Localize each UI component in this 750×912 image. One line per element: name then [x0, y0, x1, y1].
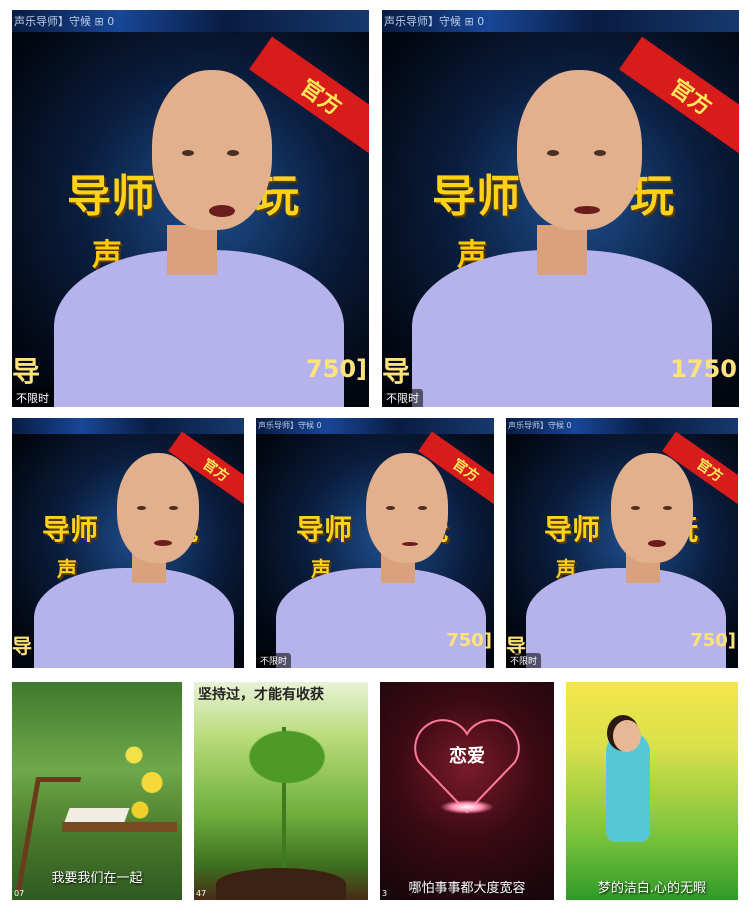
- top-caption: 声乐导师】守候: [258, 421, 314, 430]
- top-banner: 坚持过，才能有收获: [198, 687, 324, 703]
- viewer-icon: ⊞: [464, 15, 474, 28]
- unlimited-badge: 不限时: [506, 653, 542, 668]
- video-topbar: [12, 418, 244, 434]
- video-topbar: 声乐导师】守候 0: [506, 418, 738, 434]
- corner-number: 07: [14, 889, 25, 898]
- edge-text-left: 导: [12, 355, 41, 388]
- video-tile-2[interactable]: 声乐导师】守候 ⊞ 0 导师玩 声 官方 导 1750 不限时: [382, 10, 739, 407]
- video-topbar: 声乐导师】守候 0: [256, 418, 494, 434]
- video-topbar: 声乐导师】守候 ⊞ 0: [382, 10, 739, 32]
- viewer-count: 0: [566, 421, 572, 430]
- sapling-leaves: [222, 712, 352, 802]
- person-shirt: [276, 568, 486, 668]
- woman-head: [613, 720, 641, 752]
- image-tile-heart[interactable]: 恋爱 3 哪怕事事都大度宽容: [380, 682, 554, 900]
- edge-text-left: 导: [382, 355, 411, 388]
- glow-decor: [440, 800, 494, 814]
- viewer-icon: ⊞: [94, 15, 104, 28]
- person-shirt: [526, 568, 726, 668]
- soil: [216, 868, 346, 900]
- heart-title: 恋爱: [449, 746, 485, 767]
- viewer-count: 0: [316, 421, 322, 430]
- viewer-count: 0: [477, 15, 485, 28]
- unlimited-badge: 不限时: [256, 653, 292, 668]
- person-shirt: [34, 568, 234, 668]
- top-caption: 声乐导师】守候: [14, 15, 91, 28]
- video-tile-3[interactable]: 导师玩 声 官方 导: [12, 418, 244, 668]
- book-decor: [64, 808, 130, 822]
- table-decor: [62, 822, 177, 832]
- edge-text-right: 750]: [305, 355, 367, 383]
- person-head: [366, 453, 448, 563]
- top-caption: 声乐导师】守候: [508, 421, 564, 430]
- image-tile-sapling[interactable]: 坚持过，才能有收获 47: [194, 682, 368, 900]
- viewer-count: 0: [107, 15, 115, 28]
- edge-text-right: 750]: [446, 630, 492, 651]
- unlimited-badge: 不限时: [12, 389, 53, 407]
- image-caption: 梦的洁白.心的无暇: [597, 881, 707, 896]
- video-tile-5[interactable]: 声乐导师】守候 0 导师玩 声 官方 导 750] 不限时: [506, 418, 738, 668]
- edge-text-right: 1750: [670, 355, 737, 383]
- image-tile-woman[interactable]: 梦的洁白.心的无暇: [566, 682, 738, 900]
- unlimited-badge: 不限时: [382, 389, 423, 407]
- corner-number: 47: [196, 889, 207, 898]
- top-caption: 声乐导师】守候: [384, 15, 461, 28]
- image-caption: 我要我们在一起: [51, 871, 143, 886]
- edge-text-left: 导: [12, 634, 32, 658]
- image-tile-garden[interactable]: 07 我要我们在一起: [12, 682, 182, 900]
- video-topbar: 声乐导师】守候 ⊞ 0: [12, 10, 369, 32]
- image-caption: 哪怕事事都大度宽容: [408, 881, 526, 896]
- video-tile-4[interactable]: 声乐导师】守候 0 导师玩 声 官方 750] 不限时: [256, 418, 494, 668]
- person-head: [117, 453, 199, 563]
- edge-text-right: 750]: [690, 630, 736, 651]
- video-tile-1[interactable]: 声乐导师】守候 ⊞ 0 导师玩 声 官方 导 750] 不限时: [12, 10, 369, 407]
